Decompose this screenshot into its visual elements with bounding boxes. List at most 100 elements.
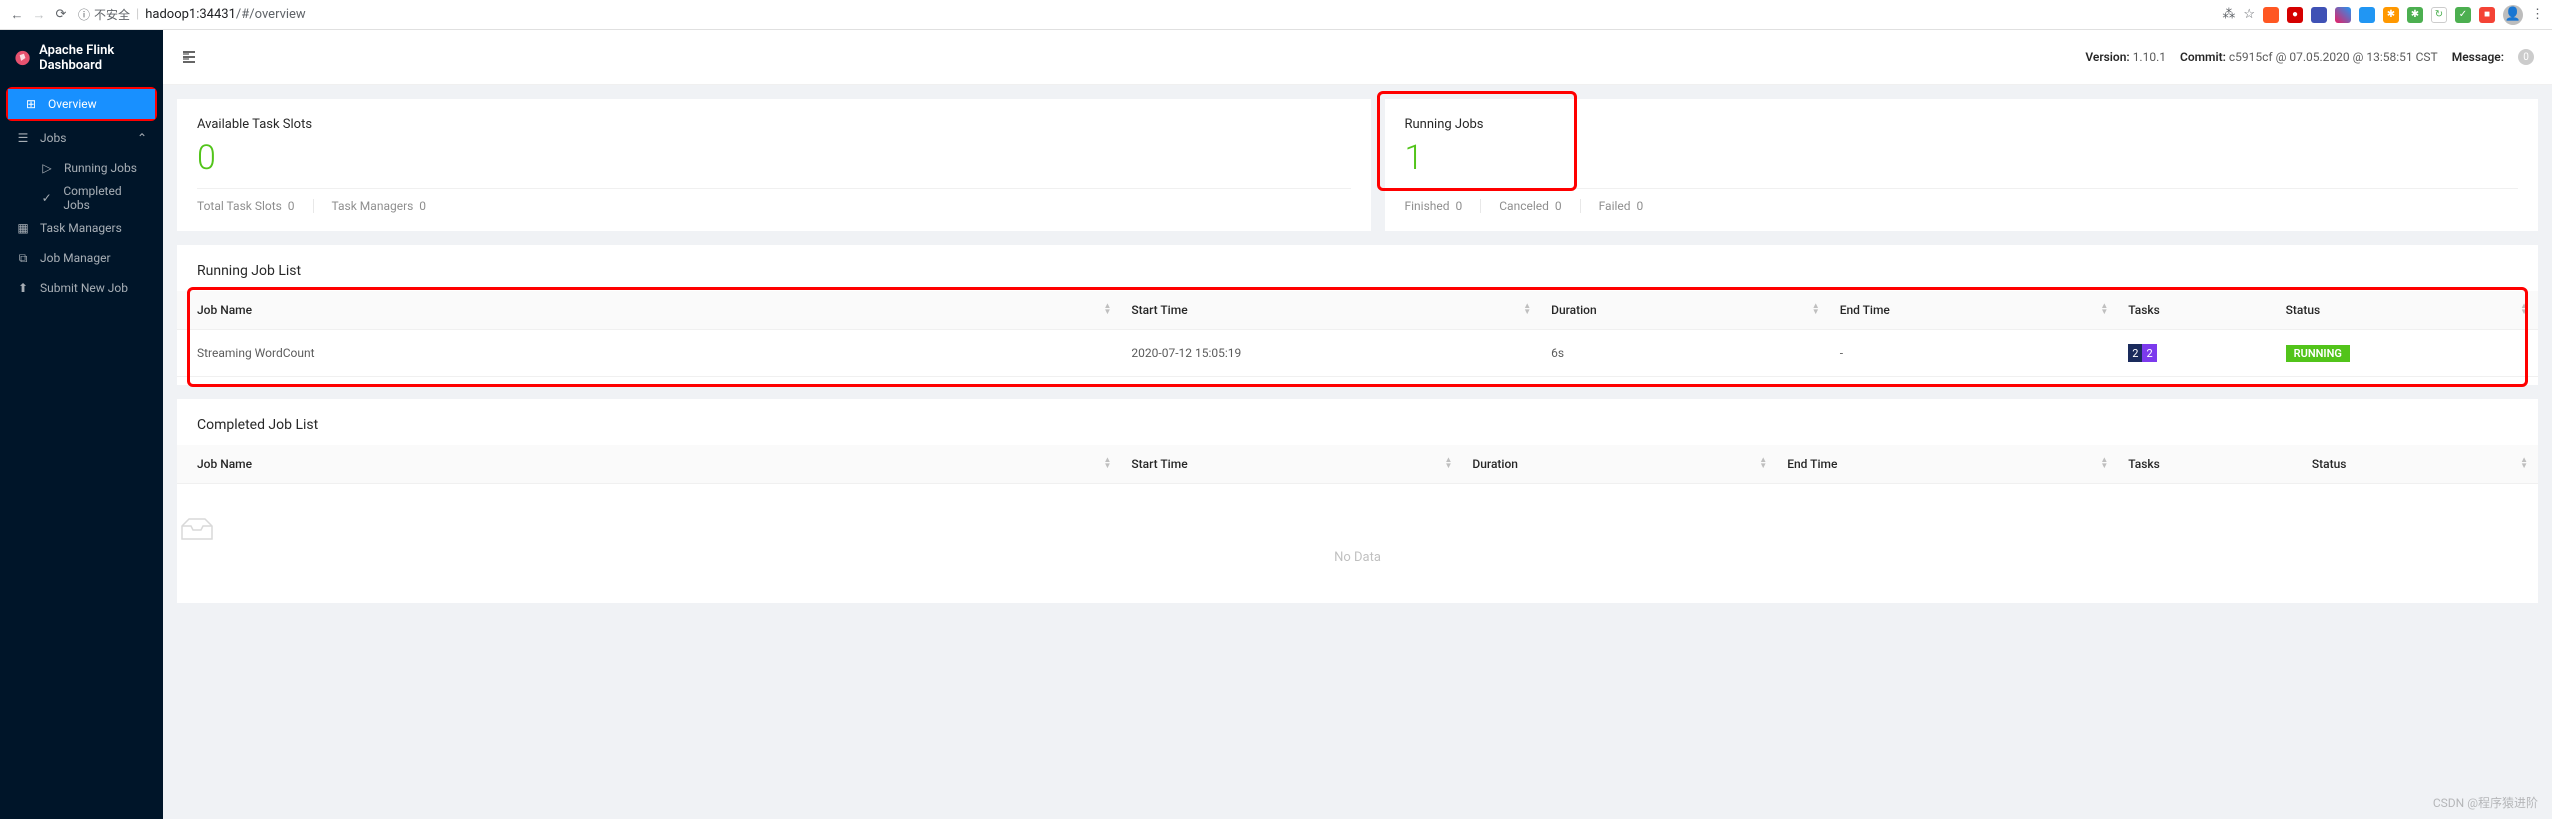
url-bar[interactable]: ⓘ 不安全 | hadoop1:34431/#/overview (78, 6, 2214, 23)
back-icon[interactable]: ← (8, 6, 26, 24)
task-badge-deploying: 2 (2142, 344, 2156, 362)
cell-duration: 6s (1541, 330, 1830, 377)
ext-icon-3[interactable] (2311, 7, 2327, 23)
cell-tasks: 2 2 (2118, 330, 2275, 377)
task-managers-label: Task Managers (40, 221, 122, 235)
col-start-time[interactable]: Start Time▲▼ (1121, 291, 1541, 330)
sidebar-item-submit-job[interactable]: ⬆ Submit New Job (0, 273, 163, 303)
sidebar-item-task-managers[interactable]: ▦ Task Managers (0, 213, 163, 243)
completed-job-list-card: Completed Job List Job Name▲▼ Start Time… (177, 399, 2538, 603)
col-tasks[interactable]: Tasks (2118, 445, 2302, 484)
dashboard-icon: ⊞ (24, 97, 38, 111)
flink-logo-icon (14, 47, 31, 69)
completed-list-title: Completed Job List (177, 399, 2538, 445)
security-indicator: ⓘ 不安全 (78, 6, 130, 23)
col-duration[interactable]: Duration▲▼ (1541, 291, 1830, 330)
layers-icon: ▦ (16, 221, 30, 235)
col-status[interactable]: Status▲▼ (2276, 291, 2538, 330)
ext-icon-8[interactable]: ↻ (2431, 7, 2447, 23)
sidebar-item-running-jobs[interactable]: ▷ Running Jobs (0, 153, 163, 183)
cell-start-time: 2020-07-12 15:05:19 (1121, 330, 1541, 377)
col-job-name[interactable]: Job Name▲▼ (177, 445, 1121, 484)
total-slots-label: Total Task Slots (197, 199, 282, 213)
task-badge-scheduled: 2 (2128, 344, 2142, 362)
message-label: Message: (2452, 50, 2504, 64)
canceled-value: 0 (1555, 199, 1562, 213)
translate-icon[interactable]: ⁂ (2222, 7, 2235, 22)
sort-icon: ▲▼ (1523, 303, 1531, 315)
menu-icon[interactable]: ⋮ (2531, 7, 2544, 22)
no-data-text: No Data (177, 550, 2538, 565)
sidebar-item-completed-jobs[interactable]: ✓ Completed Jobs (0, 183, 163, 213)
running-jobs-table: Job Name▲▼ Start Time▲▼ Duration▲▼ End T… (177, 291, 2538, 377)
security-text: 不安全 (94, 6, 130, 23)
cell-job-name: Streaming WordCount (177, 330, 1121, 377)
reload-icon[interactable]: ⟳ (52, 6, 70, 24)
sidebar-item-overview[interactable]: ⊞ Overview (8, 89, 155, 119)
sort-icon: ▲▼ (1812, 303, 1820, 315)
ext-icon-6[interactable]: ✱ (2383, 7, 2399, 23)
col-job-name[interactable]: Job Name▲▼ (177, 291, 1121, 330)
message-badge[interactable]: 0 (2518, 49, 2534, 65)
ext-icon-9[interactable]: ✓ (2455, 7, 2471, 23)
running-list-title: Running Job List (177, 245, 2538, 291)
running-jobs-label: Running Jobs (64, 161, 137, 175)
failed-value: 0 (1637, 199, 1644, 213)
running-jobs-card: Running Jobs 1 Finished 0 Canceled 0 Fai… (1385, 99, 2539, 231)
sort-icon: ▲▼ (2100, 303, 2108, 315)
brand-text: Apache Flink Dashboard (39, 43, 149, 73)
sort-icon: ▲▼ (2520, 303, 2528, 315)
col-duration[interactable]: Duration▲▼ (1462, 445, 1777, 484)
play-icon: ▷ (40, 161, 54, 175)
sort-icon: ▲▼ (1759, 457, 1767, 469)
status-badge: RUNNING (2286, 345, 2350, 362)
col-status[interactable]: Status▲▼ (2302, 445, 2538, 484)
available-slots-card: Available Task Slots 0 Total Task Slots … (177, 99, 1371, 231)
col-start-time[interactable]: Start Time▲▼ (1121, 445, 1462, 484)
sort-icon: ▲▼ (1445, 457, 1453, 469)
sort-icon: ▲▼ (1103, 303, 1111, 315)
ext-icon-2[interactable]: ● (2287, 7, 2303, 23)
ext-icon-1[interactable] (2263, 7, 2279, 23)
canceled-label: Canceled (1499, 199, 1549, 213)
browser-extensions: ⁂ ☆ ● ✱ ✱ ↻ ✓ ■ 👤 ⋮ (2222, 5, 2544, 25)
chevron-up-icon: ⌃ (137, 131, 147, 145)
info-icon: ⓘ (78, 6, 90, 23)
url-host: hadoop1:34431 (145, 7, 236, 22)
sort-icon: ▲▼ (2100, 457, 2108, 469)
sort-icon: ▲▼ (2520, 457, 2528, 469)
sidebar-item-job-manager[interactable]: ⧉ Job Manager (0, 243, 163, 273)
version-label: Version: (2085, 50, 2129, 64)
version-value: 1.10.1 (2133, 50, 2166, 64)
profile-icon[interactable]: 👤 (2503, 5, 2523, 25)
commit-label: Commit: (2180, 50, 2226, 64)
ext-icon-7[interactable]: ✱ (2407, 7, 2423, 23)
ext-icon-10[interactable]: ■ (2479, 7, 2495, 23)
collapse-sidebar-icon[interactable] (181, 49, 197, 65)
running-job-list-card: Running Job List Job Name▲▼ Start Time▲▼… (177, 245, 2538, 385)
list-icon: ☰ (16, 131, 30, 145)
col-end-time[interactable]: End Time▲▼ (1777, 445, 2118, 484)
col-end-time[interactable]: End Time▲▼ (1830, 291, 2119, 330)
browser-toolbar: ← → ⟳ ⓘ 不安全 | hadoop1:34431/#/overview ⁂… (0, 0, 2552, 30)
topbar: Version: 1.10.1 Commit: c5915cf @ 07.05.… (163, 30, 2552, 85)
forward-icon[interactable]: → (30, 6, 48, 24)
overview-label: Overview (48, 97, 97, 111)
cell-status: RUNNING (2276, 330, 2538, 377)
job-manager-label: Job Manager (40, 251, 111, 265)
running-jobs-title: Running Jobs (1405, 117, 2519, 132)
star-icon[interactable]: ☆ (2243, 7, 2255, 22)
available-slots-value: 0 (197, 138, 1351, 178)
sidebar-item-jobs[interactable]: ☰ Jobs ⌃ (0, 123, 163, 153)
ext-icon-5[interactable] (2359, 7, 2375, 23)
cell-end-time: - (1830, 330, 2119, 377)
ext-icon-4[interactable] (2335, 7, 2351, 23)
tm-count-label: Task Managers (332, 199, 414, 213)
submit-job-label: Submit New Job (40, 281, 128, 295)
running-jobs-value: 1 (1405, 138, 2519, 178)
table-row[interactable]: Streaming WordCount 2020-07-12 15:05:19 … (177, 330, 2538, 377)
url-path: /#/overview (236, 7, 306, 22)
logo: Apache Flink Dashboard (0, 30, 163, 85)
jobs-label: Jobs (40, 131, 66, 145)
col-tasks[interactable]: Tasks (2118, 291, 2275, 330)
